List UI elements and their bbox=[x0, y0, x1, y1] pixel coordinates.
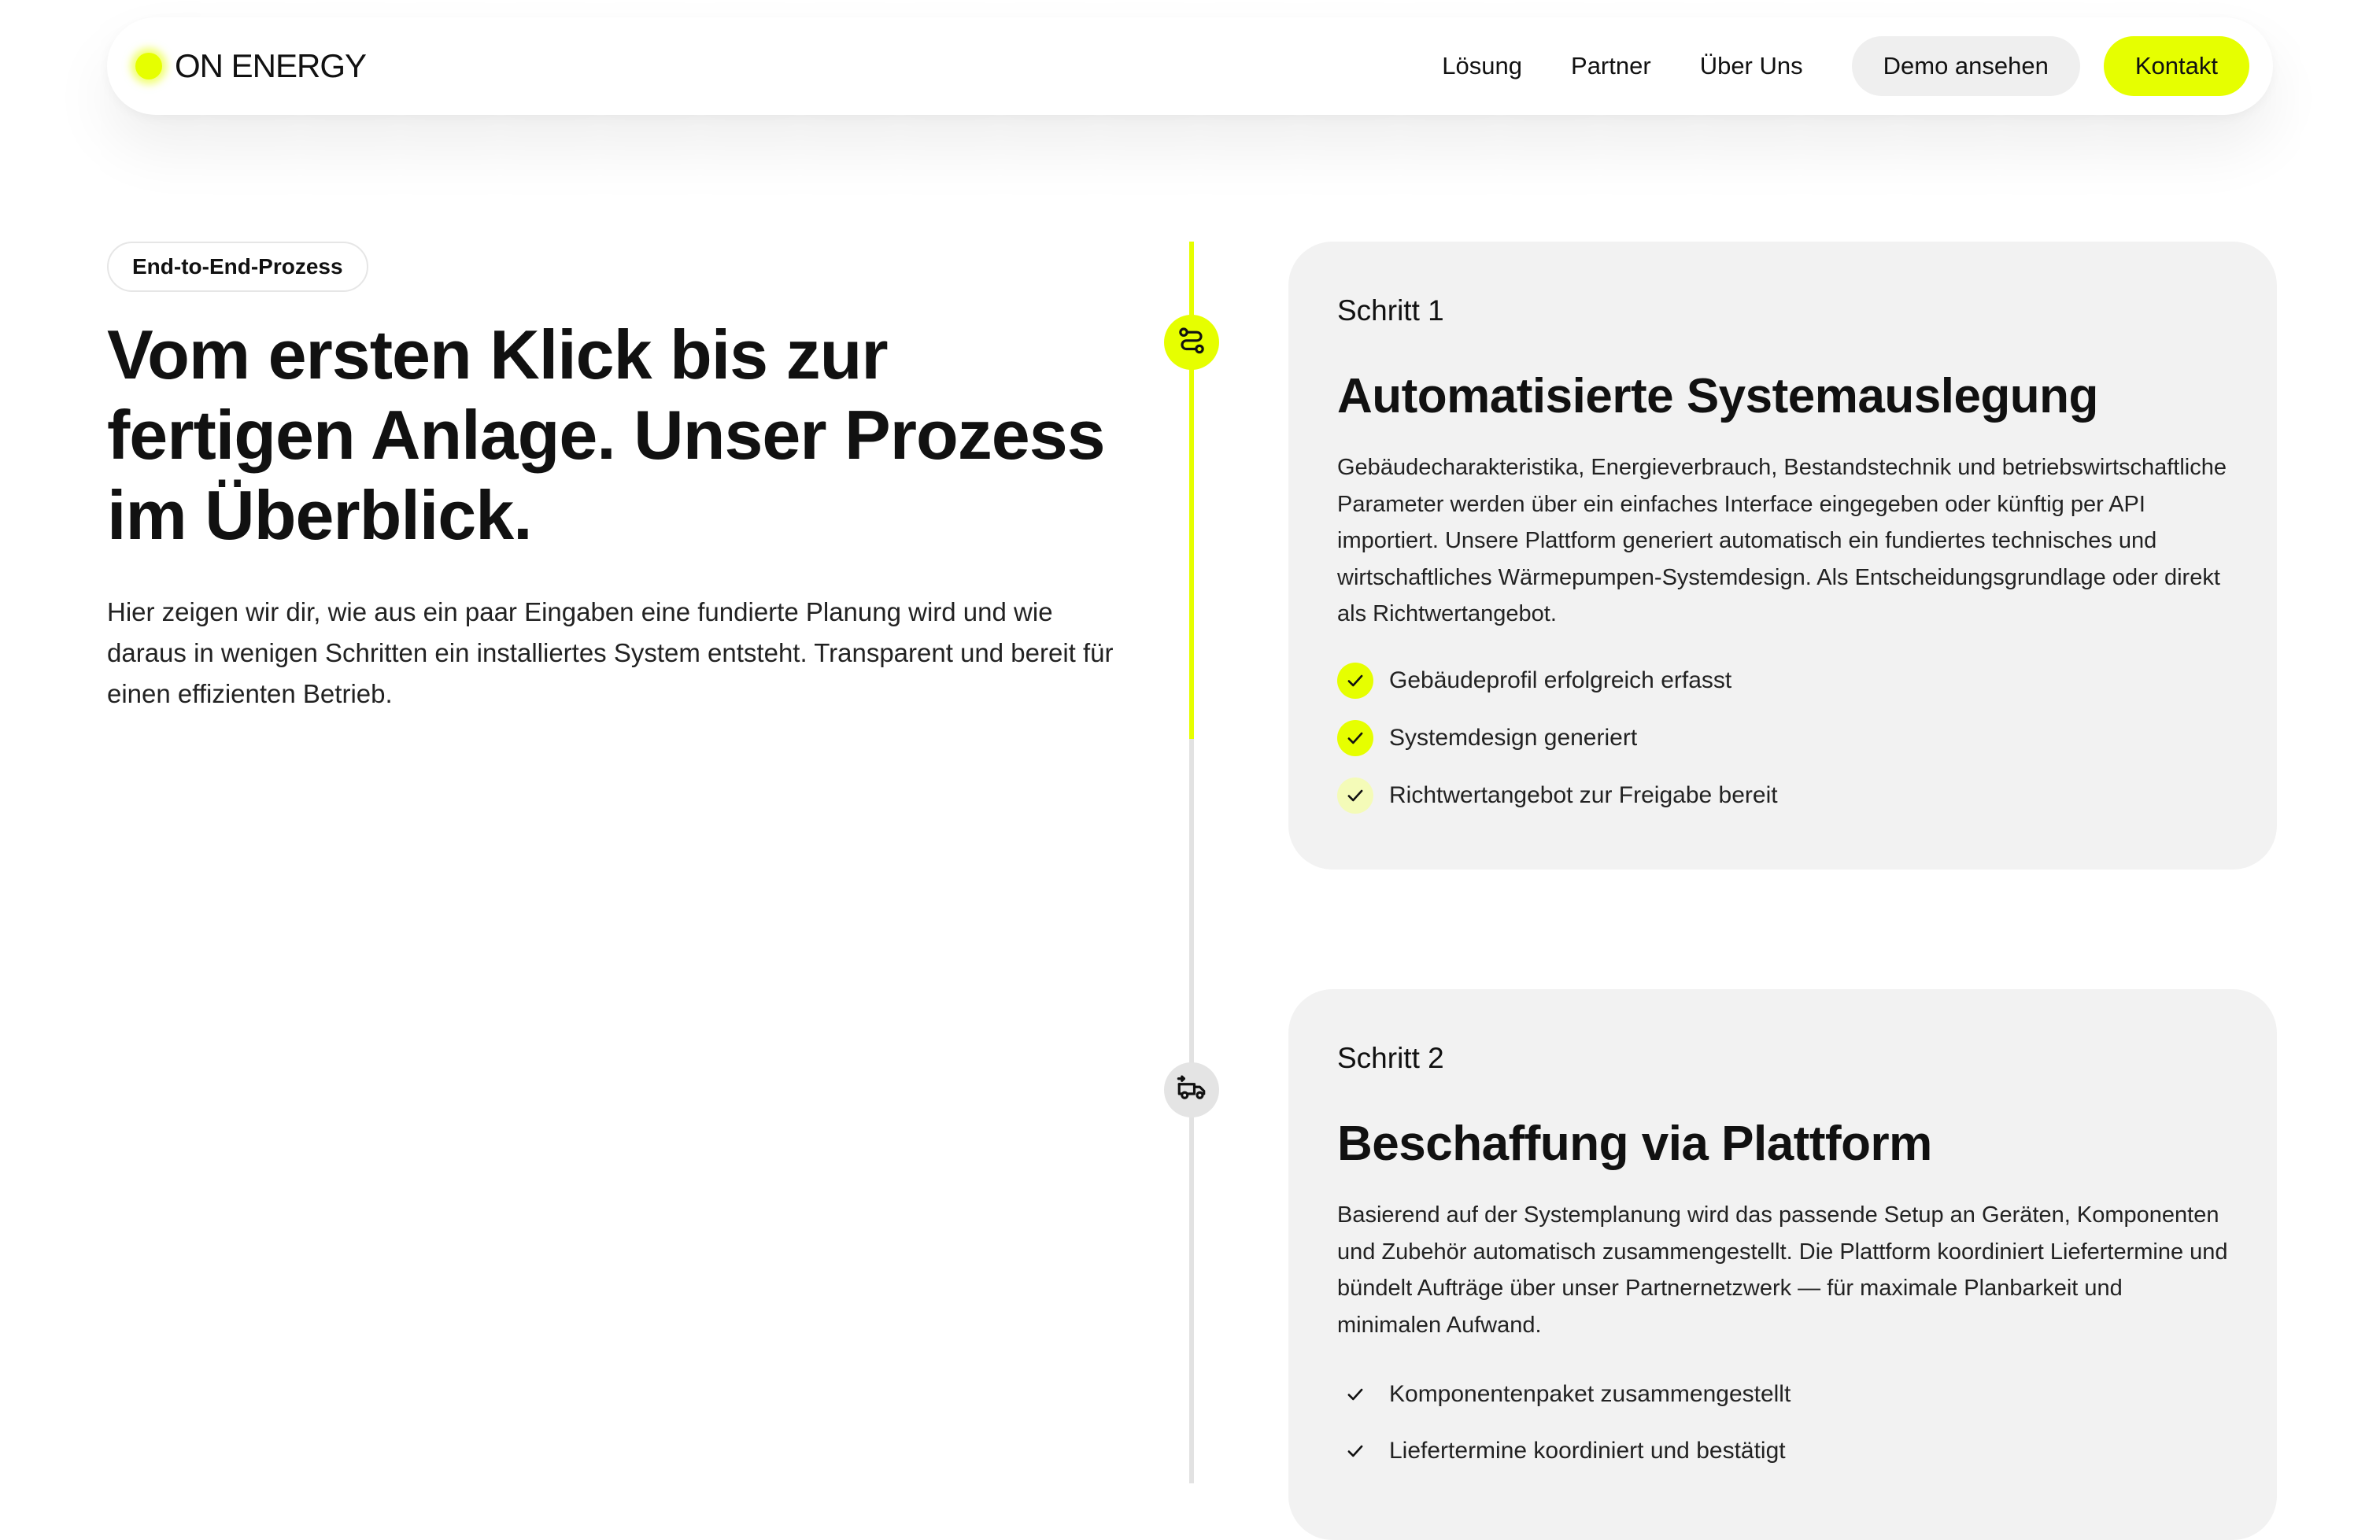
step-description: Basierend auf der Systemplanung wird das… bbox=[1337, 1202, 2228, 1338]
checklist-item-text: Systemdesign generiert bbox=[1389, 724, 1638, 751]
nav-links: Lösung Partner Über Uns Demo ansehen Kon… bbox=[1442, 36, 2249, 96]
checklist-item-text: Komponentenpaket zusammengestellt bbox=[1389, 1381, 1791, 1407]
checklist-item-text: Richtwertangebot zur Freigabe bereit bbox=[1389, 781, 1778, 808]
section-intro: Hier zeigen wir dir, wie aus ein paar Ei… bbox=[107, 597, 1114, 708]
delivery-truck-icon bbox=[1175, 1072, 1208, 1109]
step-label: Schritt 1 bbox=[1337, 294, 1444, 327]
checklist-item: Komponentenpaket zusammengestellt bbox=[1337, 1376, 2228, 1413]
checkmark-icon bbox=[1337, 1433, 1373, 1469]
checklist-item: Gebäudeprofil erfolgreich erfasst bbox=[1337, 662, 2228, 699]
step-description: Gebäudecharakteristika, Energieverbrauch… bbox=[1337, 455, 2227, 626]
step-title: Automatisierte Systemauslegung bbox=[1337, 369, 2098, 423]
checkmark-icon bbox=[1337, 719, 1373, 756]
timeline-node-step-2 bbox=[1164, 1062, 1219, 1117]
checklist-item-text: Gebäudeprofil erfolgreich erfasst bbox=[1389, 667, 1732, 693]
checkmark-icon bbox=[1337, 777, 1373, 814]
nav-link-partner[interactable]: Partner bbox=[1571, 52, 1651, 80]
brand-logo[interactable]: ON ENERGY bbox=[135, 47, 367, 85]
top-navigation: ON ENERGY Lösung Partner Über Uns Demo a… bbox=[107, 17, 2273, 115]
checklist-item: Systemdesign generiert bbox=[1337, 719, 2228, 756]
step-card-2: Schritt 2 Beschaffung via Plattform Basi… bbox=[1288, 989, 2277, 1540]
checklist-item: Liefertermine koordiniert und bestätigt bbox=[1337, 1433, 2228, 1469]
step-checklist: Gebäudeprofil erfolgreich erfasst System… bbox=[1337, 662, 2228, 814]
step-label: Schritt 2 bbox=[1337, 1042, 1444, 1074]
section-tag: End-to-End-Prozess bbox=[107, 242, 368, 292]
nav-link-loesung[interactable]: Lösung bbox=[1442, 52, 1522, 80]
step-checklist: Komponentenpaket zusammengestellt Liefer… bbox=[1337, 1376, 2228, 1469]
timeline-node-step-1 bbox=[1164, 315, 1219, 370]
checkmark-icon bbox=[1337, 1376, 1373, 1413]
nav-link-ueber-uns[interactable]: Über Uns bbox=[1700, 52, 1803, 80]
checkmark-icon bbox=[1337, 662, 1373, 699]
checklist-item: Richtwertangebot zur Freigabe bereit bbox=[1337, 777, 2228, 814]
step-title: Beschaffung via Plattform bbox=[1337, 1117, 1932, 1171]
contact-button[interactable]: Kontakt bbox=[2103, 36, 2249, 96]
demo-button[interactable]: Demo ansehen bbox=[1851, 36, 2080, 96]
brand-name: ON ENERGY bbox=[175, 47, 367, 84]
logo-dot-icon bbox=[135, 53, 162, 79]
step-card-1: Schritt 1 Automatisierte Systemauslegung… bbox=[1288, 242, 2277, 870]
section-headline: Vom ersten Klick bis zur fertigen Anlage… bbox=[107, 316, 1106, 554]
route-icon bbox=[1176, 325, 1207, 360]
checklist-item-text: Liefertermine koordiniert und bestätigt bbox=[1389, 1438, 1786, 1464]
